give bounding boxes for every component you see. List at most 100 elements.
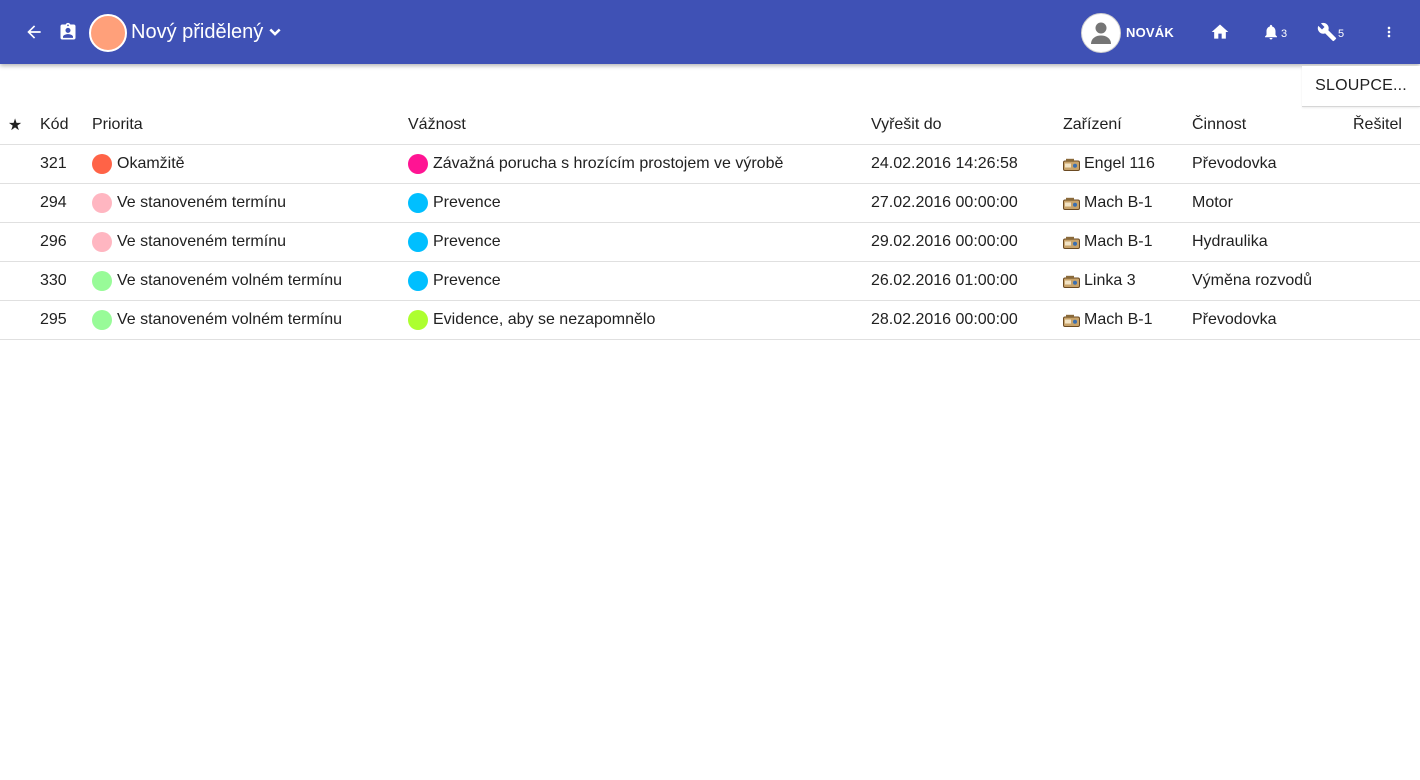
priority-dot (92, 193, 112, 213)
bell-icon (1265, 24, 1277, 40)
severity-label: Prevence (433, 233, 501, 250)
column-header-solver[interactable]: Řešitel (1353, 106, 1402, 144)
table-row[interactable]: 321 Okamžitě Závažná porucha s hrozícím pr… (0, 145, 1420, 184)
home-button[interactable] (1208, 20, 1232, 44)
priority-cell: Ve stanoveném termínu (92, 184, 286, 222)
table-header-row: ★ Kód Priorita Vážnost Vyřešit do Zaříze… (0, 106, 1420, 145)
severity-dot (408, 310, 428, 330)
activity-cell: Hydraulika (1192, 233, 1268, 250)
column-header-code[interactable]: Kód (40, 106, 68, 144)
table-row[interactable]: 294 Ve stanoveném termínu Prevence 27.02.20… (0, 184, 1420, 223)
column-header-device[interactable]: Zařízení (1063, 106, 1122, 144)
priority-label: Ve stanoveném volném termínu (117, 272, 343, 289)
favorite-cell[interactable] (7, 301, 23, 339)
severity-label: Prevence (433, 272, 501, 289)
priority-label: Okamžitě (117, 155, 185, 172)
code-cell: 330 (40, 272, 67, 289)
favorite-cell[interactable] (7, 145, 23, 183)
table-row[interactable]: 330 Ve stanoveném volném termínu Prevence 2… (0, 262, 1420, 301)
activity-cell: Převodovka (1192, 155, 1277, 172)
due-cell: 27.02.2016 00:00:00 (871, 194, 1018, 211)
state-dropdown[interactable]: Nový přidělený (131, 16, 285, 48)
device-cell: Linka 3 (1063, 262, 1136, 300)
due-cell: 24.02.2016 14:26:58 (871, 155, 1018, 172)
priority-dot (92, 271, 112, 291)
device-icon (1063, 236, 1080, 249)
more-vert-icon (1387, 26, 1391, 38)
priority-cell: Okamžitě (92, 145, 185, 183)
code-cell: 321 (40, 155, 67, 172)
device-cell: Mach B-1 (1063, 184, 1152, 222)
back-button[interactable] (20, 18, 48, 46)
severity-cell: Evidence, aby se nezapomnělo (408, 301, 655, 339)
notifications-count: 3 (1281, 28, 1288, 40)
column-header-due[interactable]: Vyřešit do (871, 106, 942, 144)
home-icon (1211, 24, 1229, 39)
user-name[interactable]: NOVÁK (1126, 22, 1174, 42)
priority-dot (92, 232, 112, 252)
device-icon (1063, 275, 1080, 288)
priority-dot (92, 310, 112, 330)
tools-button[interactable]: 5 (1317, 20, 1344, 44)
status-color-dot (89, 14, 127, 52)
favorite-cell[interactable] (7, 223, 23, 261)
column-header-activity[interactable]: Činnost (1192, 106, 1246, 144)
activity-cell: Výměna rozvodů (1192, 272, 1313, 289)
severity-dot (408, 271, 428, 291)
device-label: Mach B-1 (1084, 233, 1153, 250)
severity-label: Prevence (433, 194, 501, 211)
app-bar: Nový přidělený NOVÁK 3 5 (0, 0, 1420, 64)
chevron-down-icon (269, 28, 281, 36)
device-label: Mach B-1 (1084, 311, 1153, 328)
severity-dot (408, 154, 428, 174)
device-cell: Mach B-1 (1063, 301, 1152, 339)
column-header-severity[interactable]: Vážnost (408, 106, 466, 144)
tools-count: 5 (1338, 28, 1345, 40)
favorite-cell[interactable] (7, 262, 23, 300)
severity-label: Evidence, aby se nezapomnělo (433, 311, 656, 328)
priority-label: Ve stanoveném termínu (117, 233, 286, 250)
severity-cell: Prevence (408, 223, 501, 261)
columns-button[interactable]: SLOUPCE... (1302, 66, 1420, 107)
due-cell: 26.02.2016 01:00:00 (871, 272, 1018, 289)
assignment-button[interactable] (56, 18, 80, 46)
code-cell: 295 (40, 311, 67, 328)
device-label: Mach B-1 (1084, 194, 1153, 211)
favorite-cell[interactable] (7, 184, 23, 222)
table-row[interactable]: 295 Ve stanoveném volném termínu Evidence,… (0, 301, 1420, 340)
device-icon (1063, 197, 1080, 210)
notifications-button[interactable]: 3 (1262, 20, 1287, 44)
due-cell: 28.02.2016 00:00:00 (871, 311, 1018, 328)
priority-cell: Ve stanoveném volném termínu (92, 262, 342, 300)
device-icon (1063, 314, 1080, 327)
person-icon (1091, 22, 1111, 44)
severity-cell: Prevence (408, 184, 501, 222)
task-table: ★ Kód Priorita Vážnost Vyřešit do Zaříze… (0, 106, 1420, 340)
activity-cell: Motor (1192, 194, 1233, 211)
column-header-priority[interactable]: Priorita (92, 106, 143, 144)
severity-cell: Závažná porucha s hrozícím prostojem ve … (408, 145, 783, 183)
priority-label: Ve stanoveném volném termínu (117, 311, 343, 328)
priority-cell: Ve stanoveném termínu (92, 223, 286, 261)
device-icon (1063, 158, 1080, 171)
device-label: Engel 116 (1084, 155, 1155, 172)
code-cell: 294 (40, 194, 67, 211)
table-row[interactable]: 296 Ve stanoveném termínu Prevence 29.02.20… (0, 223, 1420, 262)
device-label: Linka 3 (1084, 272, 1136, 289)
activity-cell: Převodovka (1192, 311, 1277, 328)
assignment-ind-icon (60, 22, 76, 40)
severity-dot (408, 193, 428, 213)
more-menu-button[interactable] (1379, 20, 1399, 44)
page-title: Nový přidělený (131, 20, 264, 43)
due-cell: 29.02.2016 00:00:00 (871, 233, 1018, 250)
priority-label: Ve stanoveném termínu (117, 194, 286, 211)
priority-dot (92, 154, 112, 174)
user-avatar[interactable] (1081, 13, 1121, 53)
severity-dot (408, 232, 428, 252)
column-header-favorite[interactable]: ★ (7, 106, 23, 144)
severity-label: Závažná porucha s hrozícím prostojem ve … (433, 155, 784, 172)
device-cell: Mach B-1 (1063, 223, 1152, 261)
wrench-icon (1317, 22, 1337, 42)
severity-cell: Prevence (408, 262, 501, 300)
arrow-back-icon (27, 25, 41, 39)
